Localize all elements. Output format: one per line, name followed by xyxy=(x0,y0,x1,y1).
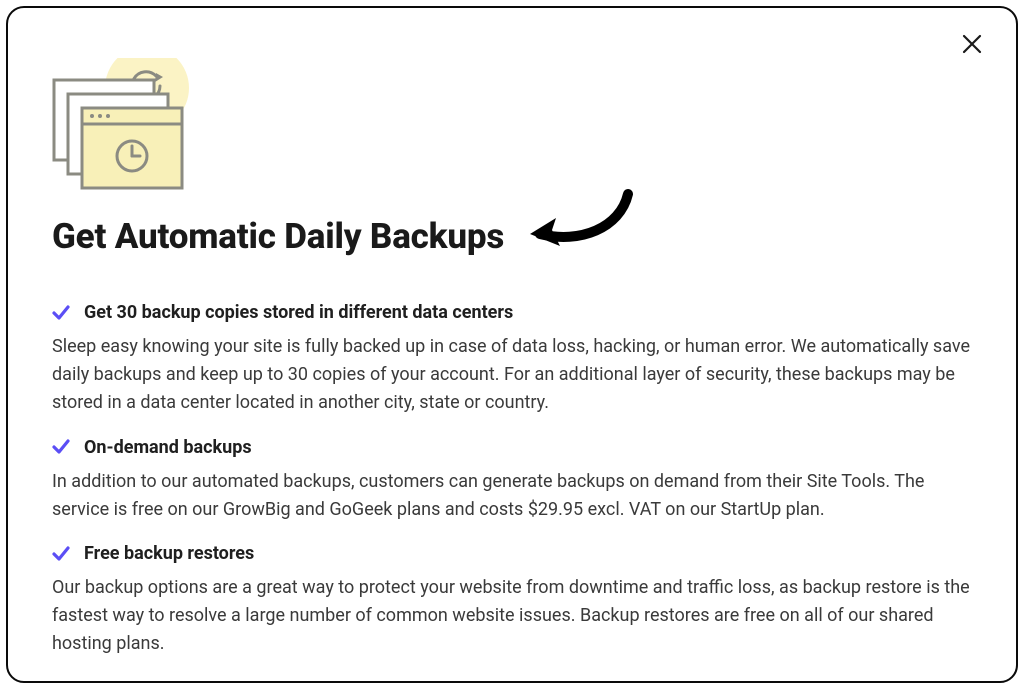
title-row: Get Automatic Daily Backups xyxy=(52,198,972,274)
feature-title: On-demand backups xyxy=(84,437,252,458)
close-button[interactable] xyxy=(960,32,988,60)
feature-item: Free backup restores Our backup options … xyxy=(52,543,972,658)
feature-head: Free backup restores xyxy=(52,543,972,564)
backup-illustration xyxy=(52,58,202,198)
check-icon xyxy=(52,438,70,456)
feature-item: Get 30 backup copies stored in different… xyxy=(52,302,972,417)
feature-head: On-demand backups xyxy=(52,437,972,458)
feature-title: Get 30 backup copies stored in different… xyxy=(84,302,513,323)
feature-item: On-demand backups In addition to our aut… xyxy=(52,437,972,524)
feature-body: Our backup options are a great way to pr… xyxy=(52,574,972,658)
modal-title: Get Automatic Daily Backups xyxy=(52,216,504,257)
feature-body: In addition to our automated backups, cu… xyxy=(52,468,972,524)
modal-content: Get Automatic Daily Backups Get 30 backu… xyxy=(52,198,972,678)
check-icon xyxy=(52,545,70,563)
check-icon xyxy=(52,304,70,322)
backup-modal: Get Automatic Daily Backups Get 30 backu… xyxy=(6,6,1018,683)
feature-title: Free backup restores xyxy=(84,543,254,564)
feature-body: Sleep easy knowing your site is fully ba… xyxy=(52,333,972,417)
pointer-arrow-icon xyxy=(520,188,640,264)
close-icon xyxy=(960,32,988,56)
feature-head: Get 30 backup copies stored in different… xyxy=(52,302,972,323)
